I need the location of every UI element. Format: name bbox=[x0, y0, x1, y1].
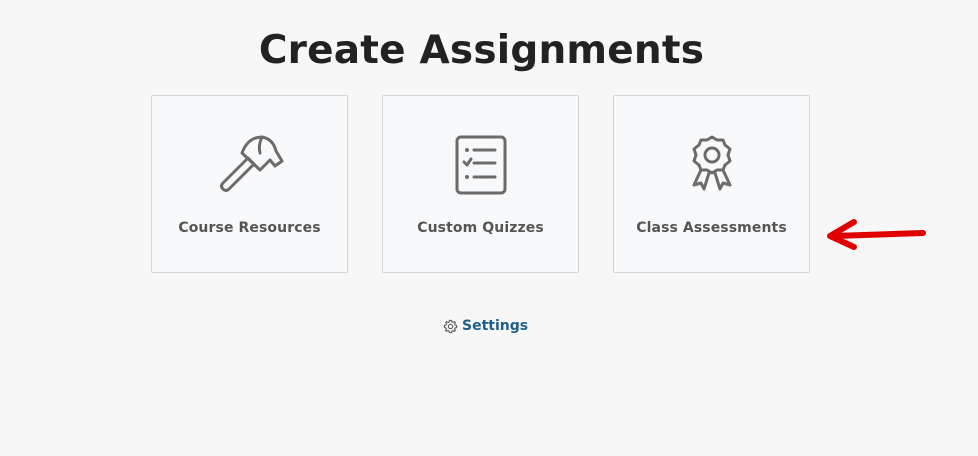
settings-link[interactable]: Settings bbox=[443, 318, 528, 334]
class-assessments-label: Class Assessments bbox=[636, 220, 787, 236]
hammer-icon bbox=[215, 133, 285, 197]
class-assessments-card[interactable]: Class Assessments bbox=[613, 95, 810, 273]
annotation-arrow-icon bbox=[827, 219, 926, 250]
award-ribbon-icon bbox=[677, 133, 747, 197]
custom-quizzes-card[interactable]: Custom Quizzes bbox=[382, 95, 579, 273]
checklist-icon bbox=[446, 133, 516, 197]
settings-label: Settings bbox=[462, 318, 529, 334]
page-title: Create Assignments bbox=[258, 28, 705, 74]
course-resources-label: Course Resources bbox=[178, 220, 321, 236]
create-assignments-page: Create Assignments Course Resources Cust… bbox=[0, 0, 978, 456]
gear-icon bbox=[443, 319, 458, 333]
course-resources-card[interactable]: Course Resources bbox=[151, 95, 348, 273]
custom-quizzes-label: Custom Quizzes bbox=[417, 220, 544, 236]
